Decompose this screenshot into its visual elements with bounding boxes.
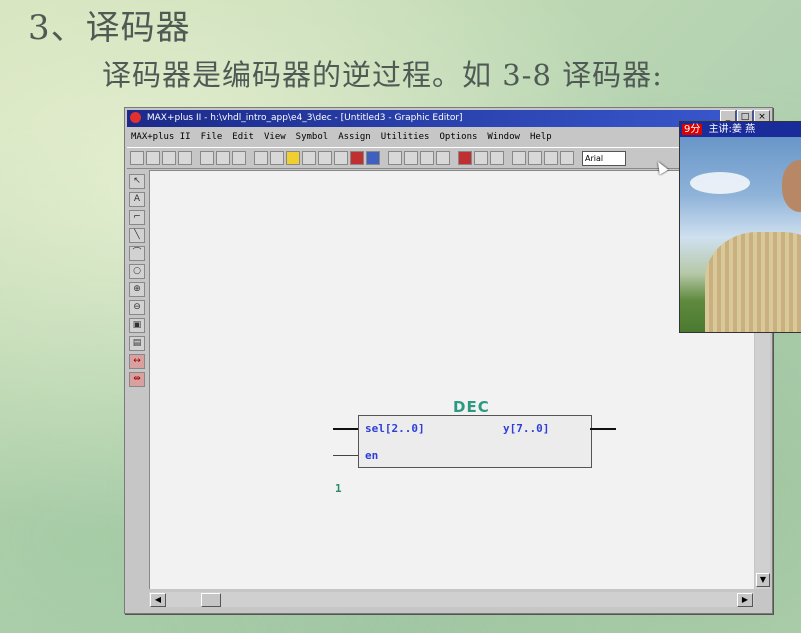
print-icon[interactable]: [178, 151, 192, 165]
rubberbanding-icon[interactable]: ▤: [129, 336, 145, 351]
circle-tool-icon[interactable]: ○: [129, 264, 145, 279]
video-speaker: 主讲:姜 燕: [708, 124, 756, 135]
zoom-out-icon[interactable]: ⊖: [129, 300, 145, 315]
hierarchy-up-icon[interactable]: [286, 151, 300, 165]
diagonal-line-icon[interactable]: ╲: [129, 228, 145, 243]
menu-assign[interactable]: Assign: [338, 129, 371, 145]
compiler-icon[interactable]: [334, 151, 348, 165]
fit-in-window-icon[interactable]: ▣: [129, 318, 145, 333]
y-pin-line: [590, 428, 616, 430]
graphic-editor-canvas[interactable]: DEC sel[2..0] en y[7..0] 1: [149, 170, 754, 589]
video-cloud: [690, 172, 750, 194]
timing-analyzer-icon[interactable]: [366, 151, 380, 165]
presenter-body: [705, 232, 801, 332]
menu-options[interactable]: Options: [439, 129, 477, 145]
connection-tool-icon[interactable]: ↔: [129, 354, 145, 369]
toolbar-separator: [248, 152, 252, 164]
programmer-icon[interactable]: [512, 151, 526, 165]
cut-icon[interactable]: [200, 151, 214, 165]
slide-text: 译码器是编码器的逆过程。如 3-8 译码器:: [102, 58, 663, 92]
window-title: MAX+plus II - h:\vhdl_intro_app\e4_3\dec…: [146, 113, 463, 123]
toolbar: Arial: [127, 147, 770, 169]
instance-number: 1: [335, 482, 342, 495]
toolbar-separator: [506, 152, 510, 164]
menu-help[interactable]: Help: [530, 129, 552, 145]
horizontal-scrollbar[interactable]: ◀ ▶: [149, 592, 754, 607]
text-search-icon[interactable]: [436, 151, 450, 165]
port-sel: sel[2..0]: [365, 422, 425, 435]
scroll-down-arrow[interactable]: ▼: [756, 573, 770, 587]
save-icon[interactable]: [162, 151, 176, 165]
font-select[interactable]: Arial: [582, 150, 626, 166]
symbol-name: DEC: [453, 398, 490, 416]
disconnect-tool-icon[interactable]: ⇹: [129, 372, 145, 387]
arc-tool-icon[interactable]: ⌒: [129, 246, 145, 261]
zoom-in-icon[interactable]: ⊕: [129, 282, 145, 297]
project-icon[interactable]: [528, 151, 542, 165]
find-next-icon[interactable]: [404, 151, 418, 165]
app-icon[interactable]: [130, 112, 141, 123]
open-icon[interactable]: [146, 151, 160, 165]
simulator-icon[interactable]: [350, 151, 364, 165]
text-tool-icon[interactable]: A: [129, 192, 145, 207]
toolbar-separator: [452, 152, 456, 164]
en-pin-line: [333, 455, 358, 456]
new-icon[interactable]: [130, 151, 144, 165]
menu-bar: MAX+plus II File Edit View Symbol Assign…: [127, 129, 770, 145]
sel-pin-line: [333, 428, 358, 430]
app-window: MAX+plus II - h:\vhdl_intro_app\e4_3\dec…: [124, 107, 773, 614]
undo-icon[interactable]: [254, 151, 268, 165]
project-save-icon[interactable]: [560, 151, 574, 165]
project-set-icon[interactable]: [544, 151, 558, 165]
selection-tool-icon[interactable]: ↖: [129, 174, 145, 189]
find-icon[interactable]: [388, 151, 402, 165]
scroll-left-arrow[interactable]: ◀: [150, 593, 166, 607]
slide-heading: 3、译码器: [28, 8, 191, 48]
left-toolbar: ↖ A ⌐ ╲ ⌒ ○ ⊕ ⊖ ▣ ▤ ↔ ⇹: [127, 170, 147, 591]
paste-icon[interactable]: [232, 151, 246, 165]
video-caption-bar: 9分 主讲:姜 燕: [680, 122, 801, 137]
floorplan-icon[interactable]: [318, 151, 332, 165]
title-bar[interactable]: MAX+plus II - h:\vhdl_intro_app\e4_3\dec…: [127, 110, 770, 127]
menu-symbol[interactable]: Symbol: [296, 129, 329, 145]
menu-utilities[interactable]: Utilities: [381, 129, 430, 145]
orthogonal-line-icon[interactable]: ⌐: [129, 210, 145, 225]
menu-view[interactable]: View: [264, 129, 286, 145]
menu-file[interactable]: File: [201, 129, 223, 145]
save-check-icon[interactable]: [474, 151, 488, 165]
scroll-thumb[interactable]: [201, 593, 221, 607]
lecture-video-overlay: 9分 主讲:姜 燕: [679, 121, 801, 333]
video-time: 9分: [682, 124, 703, 135]
port-y: y[7..0]: [503, 422, 550, 435]
menu-edit[interactable]: Edit: [232, 129, 254, 145]
menu-window[interactable]: Window: [487, 129, 520, 145]
hierarchy-icon[interactable]: [302, 151, 316, 165]
save-simulate-icon[interactable]: [490, 151, 504, 165]
replace-icon[interactable]: [420, 151, 434, 165]
toolbar-separator: [194, 152, 198, 164]
copy-icon[interactable]: [216, 151, 230, 165]
toolbar-separator: [382, 152, 386, 164]
help-pointer-icon[interactable]: [270, 151, 284, 165]
menu-maxplus[interactable]: MAX+plus II: [131, 129, 191, 145]
save-compile-icon[interactable]: [458, 151, 472, 165]
presenter-head: [782, 160, 801, 212]
port-en: en: [365, 449, 379, 462]
scroll-right-arrow[interactable]: ▶: [737, 593, 753, 607]
